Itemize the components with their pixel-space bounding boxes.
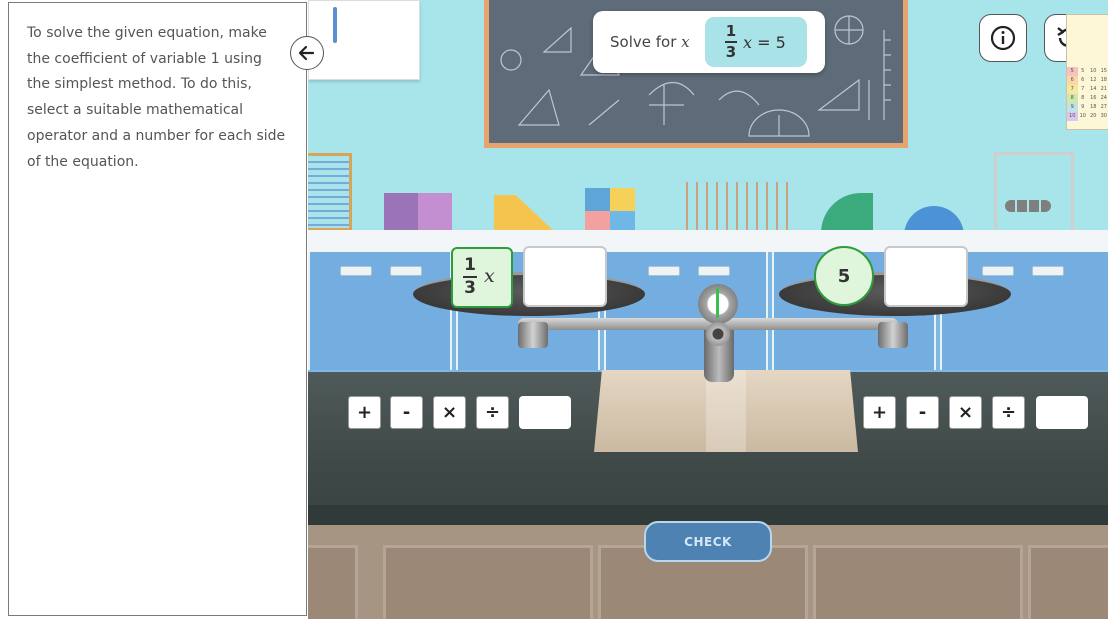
multiplication-chart-row: 9 9 18 27 <box>1067 103 1108 112</box>
scale-base <box>594 370 858 452</box>
multiplication-chart: 5 5 10 15 6 6 12 18 7 7 14 21 8 8 16 24 9 9 18 27 10 10 20 30 <box>1066 14 1108 130</box>
right-plus-button[interactable]: + <box>863 396 896 429</box>
newtons-cradle <box>994 152 1074 232</box>
instruction-panel: To solve the given equation, make the co… <box>8 2 307 616</box>
lab-scene: Solve for x 1 3 x = 5 5 5 10 15 6 6 12 1… <box>308 0 1108 619</box>
multiplication-chart-row: 7 7 14 21 <box>1067 85 1108 94</box>
left-divide-button[interactable]: ÷ <box>476 396 509 429</box>
color-cube <box>585 188 635 234</box>
multiplication-chart-cell: 5 <box>1067 67 1078 76</box>
multiplication-chart-cell: 30 <box>1100 113 1107 119</box>
left-term-x[interactable]: 1 3 x <box>451 247 513 308</box>
scale-knob <box>706 322 730 346</box>
task-label: Solve for x <box>610 33 690 51</box>
multiplication-chart-cell: 10 <box>1079 113 1086 119</box>
left-term-fraction: 1 3 <box>463 255 477 298</box>
right-number-input[interactable] <box>1036 396 1088 429</box>
right-divide-button[interactable]: ÷ <box>992 396 1025 429</box>
right-term-value: 5 <box>837 265 851 287</box>
multiplication-chart-cell: 7 <box>1081 86 1085 92</box>
multiplication-chart-row: 5 5 10 15 <box>1067 67 1108 76</box>
multiplication-chart-cell: 9 <box>1067 103 1078 112</box>
multiplication-chart-cell: 9 <box>1081 104 1085 110</box>
back-button[interactable] <box>290 36 324 70</box>
scale-needle <box>716 288 719 318</box>
multiplication-chart-cell: 8 <box>1067 94 1078 103</box>
multiplication-chart-cell: 6 <box>1081 77 1085 83</box>
multiplication-chart-cell: 14 <box>1090 86 1097 92</box>
multiplication-chart-cell: 18 <box>1100 77 1107 83</box>
multiplication-chart-row: 10 10 20 30 <box>1067 112 1108 121</box>
instruction-text: To solve the given equation, make the co… <box>27 25 286 170</box>
multiplication-chart-cell: 10 <box>1090 68 1097 74</box>
right-term-5[interactable]: 5 <box>814 246 874 306</box>
window <box>308 0 420 80</box>
multiplication-chart-cell: 12 <box>1090 77 1097 83</box>
task-equation: 1 3 x = 5 <box>705 17 807 67</box>
multiplication-chart-cell: 21 <box>1100 86 1107 92</box>
info-icon <box>990 25 1016 51</box>
check-button[interactable]: CHECK <box>644 521 772 562</box>
multiplication-chart-cell: 27 <box>1100 104 1107 110</box>
right-times-button[interactable]: × <box>949 396 982 429</box>
purple-cube <box>384 193 452 233</box>
abacus <box>308 153 352 231</box>
multiplication-chart-row: 6 6 12 18 <box>1067 76 1108 85</box>
multiplication-chart-cell: 15 <box>1100 68 1107 74</box>
info-button[interactable] <box>979 14 1027 62</box>
multiplication-chart-cell: 24 <box>1100 95 1107 101</box>
left-number-input[interactable] <box>519 396 571 429</box>
pan-left-cup <box>518 322 548 348</box>
arrow-left-icon <box>298 45 315 61</box>
game-stage: Solve for x 1 3 x = 5 5 5 10 15 6 6 12 1… <box>0 0 1120 619</box>
left-term-variable: x <box>484 265 495 287</box>
multiplication-chart-cell: 16 <box>1090 95 1097 101</box>
task-equation-rest: x = 5 <box>743 33 786 52</box>
pan-right-cup <box>878 322 908 348</box>
right-minus-button[interactable]: - <box>906 396 939 429</box>
multiplication-chart-cell: 8 <box>1081 95 1085 101</box>
multiplication-chart-cell: 7 <box>1067 85 1078 94</box>
left-plus-button[interactable]: + <box>348 396 381 429</box>
task-card: Solve for x 1 3 x = 5 <box>593 11 825 73</box>
multiplication-chart-cell: 5 <box>1081 68 1085 74</box>
task-fraction: 1 3 <box>725 22 737 61</box>
left-pan-slot[interactable] <box>523 246 607 307</box>
right-pan-slot[interactable] <box>884 246 968 307</box>
multiplication-chart-cell: 6 <box>1067 76 1078 85</box>
left-minus-button[interactable]: - <box>390 396 423 429</box>
bead-counter <box>678 182 790 236</box>
left-times-button[interactable]: × <box>433 396 466 429</box>
multiplication-chart-row: 8 8 16 24 <box>1067 94 1108 103</box>
multiplication-chart-cell: 18 <box>1090 104 1097 110</box>
multiplication-chart-cell: 10 <box>1067 112 1078 121</box>
multiplication-chart-cell: 20 <box>1090 113 1097 119</box>
